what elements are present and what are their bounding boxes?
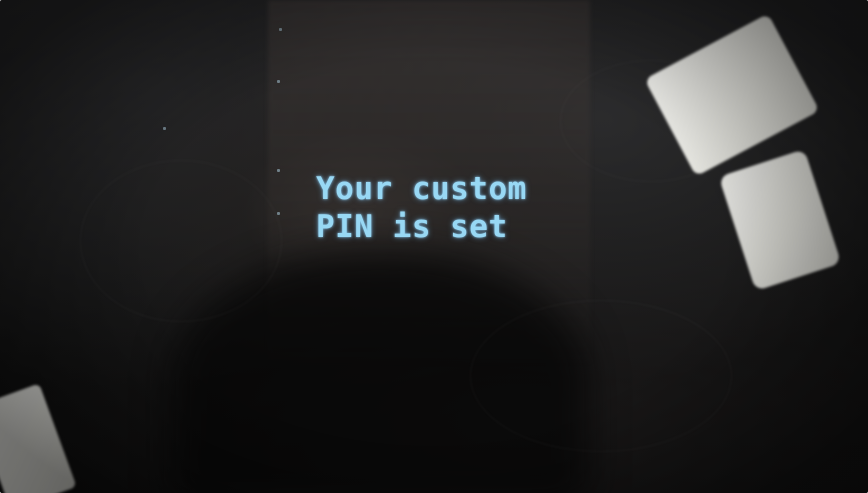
device-screen-photo: Your custom PIN is set [0, 0, 868, 493]
fingerprint-smudge [80, 160, 282, 322]
screen-pixel-dot [277, 169, 280, 172]
screen-pixel-dot [277, 80, 280, 83]
light-glare-reflection [0, 383, 77, 493]
screen-pixel-dot [163, 127, 166, 130]
message-line-2: PIN is set [316, 209, 508, 245]
screen-pixel-dot [277, 212, 280, 215]
screen-pixel-dot [279, 28, 282, 31]
message-line-1: Your custom [316, 171, 527, 207]
light-glare-reflection [718, 149, 842, 291]
pin-set-message: Your custom PIN is set [316, 170, 527, 246]
fingerprint-smudge [470, 300, 732, 452]
